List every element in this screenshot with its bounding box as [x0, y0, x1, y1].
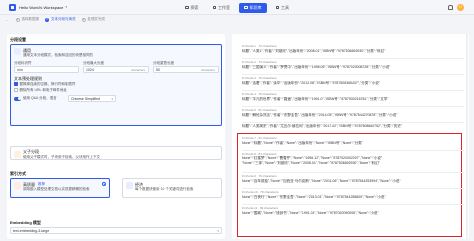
nav-studio[interactable]: 工作室: [208, 3, 236, 13]
chunk-item: # Chunk-7 · 61 characters None":"标题","No…: [242, 136, 466, 146]
overlap-unit: characters: [201, 67, 216, 72]
rule1-checkbox[interactable]: [14, 82, 18, 86]
general-mode-icon: [14, 48, 21, 55]
chunk-item: # Chunk-3 · 76 characters 标题":"活着","作者":…: [242, 76, 466, 86]
chunk-item: # Chunk-5 · 81 characters 标题":"解忧杂货店","作…: [242, 108, 466, 118]
chunk-text: 标题":"活着","作者":"余华","出版年份":"2012.08","ISB…: [242, 81, 380, 85]
chunk-header: # Chunk-3 · 76 characters: [242, 76, 277, 80]
chunk-text: None":"标题","None":"作者","None":"出版年份","No…: [242, 141, 363, 145]
divider: [242, 90, 464, 91]
max-length-unit: characters: [131, 67, 146, 72]
chunk-item: # Chunk-8 · 84 characters None":"红楼梦","N…: [242, 152, 466, 166]
chunk-text: 标题":"解忧杂货店","作者":"东野圭吾","出版年份":"2014.05"…: [242, 113, 398, 117]
parent-child-mode-card[interactable]: 父子分段 使用父子模式时，子块用于检索，父块用作上下文: [10, 146, 222, 160]
chunk-item: 标题":"人类简史","作者":"尤瓦尔·赫拉利","出版年份":"2017.0…: [242, 123, 466, 129]
qa-toggle[interactable]: [14, 96, 21, 101]
index-economy-card[interactable]: 经济 每个数据块使用 10 个关键词进行检索: [122, 178, 222, 198]
chunk-text: 标题","人类1","作者":"刘慈欣","出版年份":"2008.01","I…: [242, 49, 386, 53]
general-desc: 通用文本分段模式，检索和召回的块是相同的: [23, 52, 93, 57]
chevron-down-icon: ▾: [217, 229, 219, 233]
chunk-header: # Chunk-7 · 61 characters: [242, 136, 277, 140]
main-nav: 探索 工作室 知识库 工具: [180, 2, 295, 13]
back-arrow-icon[interactable]: ←: [6, 18, 10, 22]
studio-icon: [212, 5, 216, 10]
nav-tools[interactable]: 工具: [271, 3, 295, 13]
chevron-down-icon: ▾: [111, 97, 113, 101]
rule1-label: 替换掉连续的空格、换行符和制表符: [19, 81, 76, 86]
top-bar: Hello World's Workspace ▾ 探索 工作室 知识库 工具 …: [0, 0, 474, 15]
divider: [242, 58, 464, 59]
chunk-text: 标题":"平凡的世界","作者":"路遥","出版年份":"1991.0","I…: [242, 97, 389, 101]
delimiter-input[interactable]: \n\n: [14, 66, 79, 73]
chunk-header: # Chunk-10 · 78 characters: [242, 190, 279, 194]
chunk-text: None":"白夜行","None":"东野圭吾","None":"2013.0…: [242, 195, 386, 199]
divider: [242, 204, 464, 205]
embedding-model-select[interactable]: text-embedding-3-large ▾: [10, 227, 222, 234]
economy-icon: [126, 182, 133, 189]
chunk-text: None":"百年孤独","None":"加西亚·马尔克斯","None":"2…: [242, 179, 401, 183]
step-1: 1 选择数据源: [15, 17, 39, 22]
divider: [242, 106, 464, 107]
chunk-header: # Chunk-2 · 73 characters: [242, 60, 277, 64]
scrollbar[interactable]: [466, 34, 468, 239]
chunk-item: # Chunk-10 · 78 characters None":"白夜行","…: [242, 190, 466, 200]
explore-icon: [185, 5, 189, 10]
avatar[interactable]: H: [457, 3, 464, 11]
index-eco-desc: 每个数据块使用 10 个关键词进行检索: [135, 187, 194, 191]
divider: [242, 172, 464, 173]
parent-child-icon: [14, 150, 21, 158]
parent-child-desc: 使用父子模式时，子块用于检索，父块用作上下文: [23, 154, 100, 159]
chevron-down-icon[interactable]: ▾: [65, 5, 67, 9]
step-3: 3 处理并完成: [81, 17, 105, 22]
chunk-item: # Chunk-4 · 78 characters 标题":"平凡的世界","作…: [242, 92, 466, 102]
index-high-quality-card[interactable]: 高质量 推荐 调用嵌入模型处理文档以实现更精确的检索: [10, 178, 110, 198]
divider: [242, 150, 464, 151]
chunk-item: # Chunk-11 · 82 characters None":"围城","N…: [242, 206, 466, 216]
chunk-header: # Chunk-11 · 82 characters: [242, 206, 279, 210]
rule2-checkbox[interactable]: [14, 88, 18, 92]
workspace-name[interactable]: Hello World's Workspace: [19, 5, 63, 10]
nav-explore[interactable]: 探索: [180, 3, 204, 13]
segment-section-title: 分段设置: [10, 37, 26, 42]
chunk-item: # Chunk-1 · 72 characters 标题","人类1","作者"…: [242, 44, 466, 54]
chunk-text: None":"围城","None":"钱钟书","None":"1991.01"…: [242, 211, 379, 215]
index-high-radio[interactable]: [102, 182, 106, 186]
chunk-item: # Chunk-9 · 79 characters None":"百年孤独","…: [242, 174, 466, 184]
embedding-title: Embedding 模型: [10, 220, 41, 225]
rule2-label: 删除所有 URL 和电子邮件地址: [19, 87, 67, 92]
nav-knowledge[interactable]: 知识库: [239, 2, 267, 13]
qa-language-select[interactable]: Chinese Simplified ▾: [68, 95, 116, 102]
tools-icon: [275, 5, 279, 10]
divider: [242, 188, 464, 189]
general-mode-card[interactable]: 通用 通用文本分段模式，检索和召回的块是相同的 分段标识符 \n\n 分段最大长…: [10, 44, 222, 126]
chunk-text: 标题":"人类简史","作者":"尤瓦尔·赫拉利","出版年份":"2017.0…: [242, 124, 403, 128]
chunk-header: # Chunk-4 · 78 characters: [242, 92, 277, 96]
knowledge-icon: [244, 5, 248, 10]
chunk-item: # Chunk-2 · 73 characters 标题":"三国演义","作者…: [242, 60, 466, 70]
chunk-header: # Chunk-9 · 79 characters: [242, 174, 277, 178]
index-high-desc: 调用嵌入模型处理文档以实现更精确的检索: [23, 187, 90, 191]
step-2: 2 文本分段与清洗: [45, 17, 76, 22]
step-bar: ← 1 选择数据源 2 文本分段与清洗 3 处理并完成: [0, 15, 474, 24]
notification-icon[interactable]: [448, 4, 453, 10]
highlight-box: [237, 133, 462, 237]
chunk-header: # Chunk-1 · 72 characters: [242, 44, 277, 48]
qa-label: 使用 Q&A 分段，语言: [23, 96, 57, 100]
chunk-text: 标题":"三国演义","作者":"罗贯中","出版年份":"1998.05","…: [242, 65, 391, 69]
chunk-text: "None":"三体","None":"刘慈欣","None":"2008.01…: [242, 161, 380, 165]
high-quality-icon: [14, 182, 21, 189]
index-section-title: 索引方式: [10, 171, 26, 176]
segment-settings-panel: 分段设置 通用 通用文本分段模式，检索和召回的块是相同的 分段标识符 \n\n …: [7, 34, 225, 239]
divider: [242, 74, 464, 75]
app-logo-icon[interactable]: [9, 3, 16, 11]
chunk-preview-panel: # Chunk-1 · 72 characters 标题","人类1","作者"…: [232, 34, 469, 239]
chunk-header: # Chunk-5 · 81 characters: [242, 108, 277, 112]
